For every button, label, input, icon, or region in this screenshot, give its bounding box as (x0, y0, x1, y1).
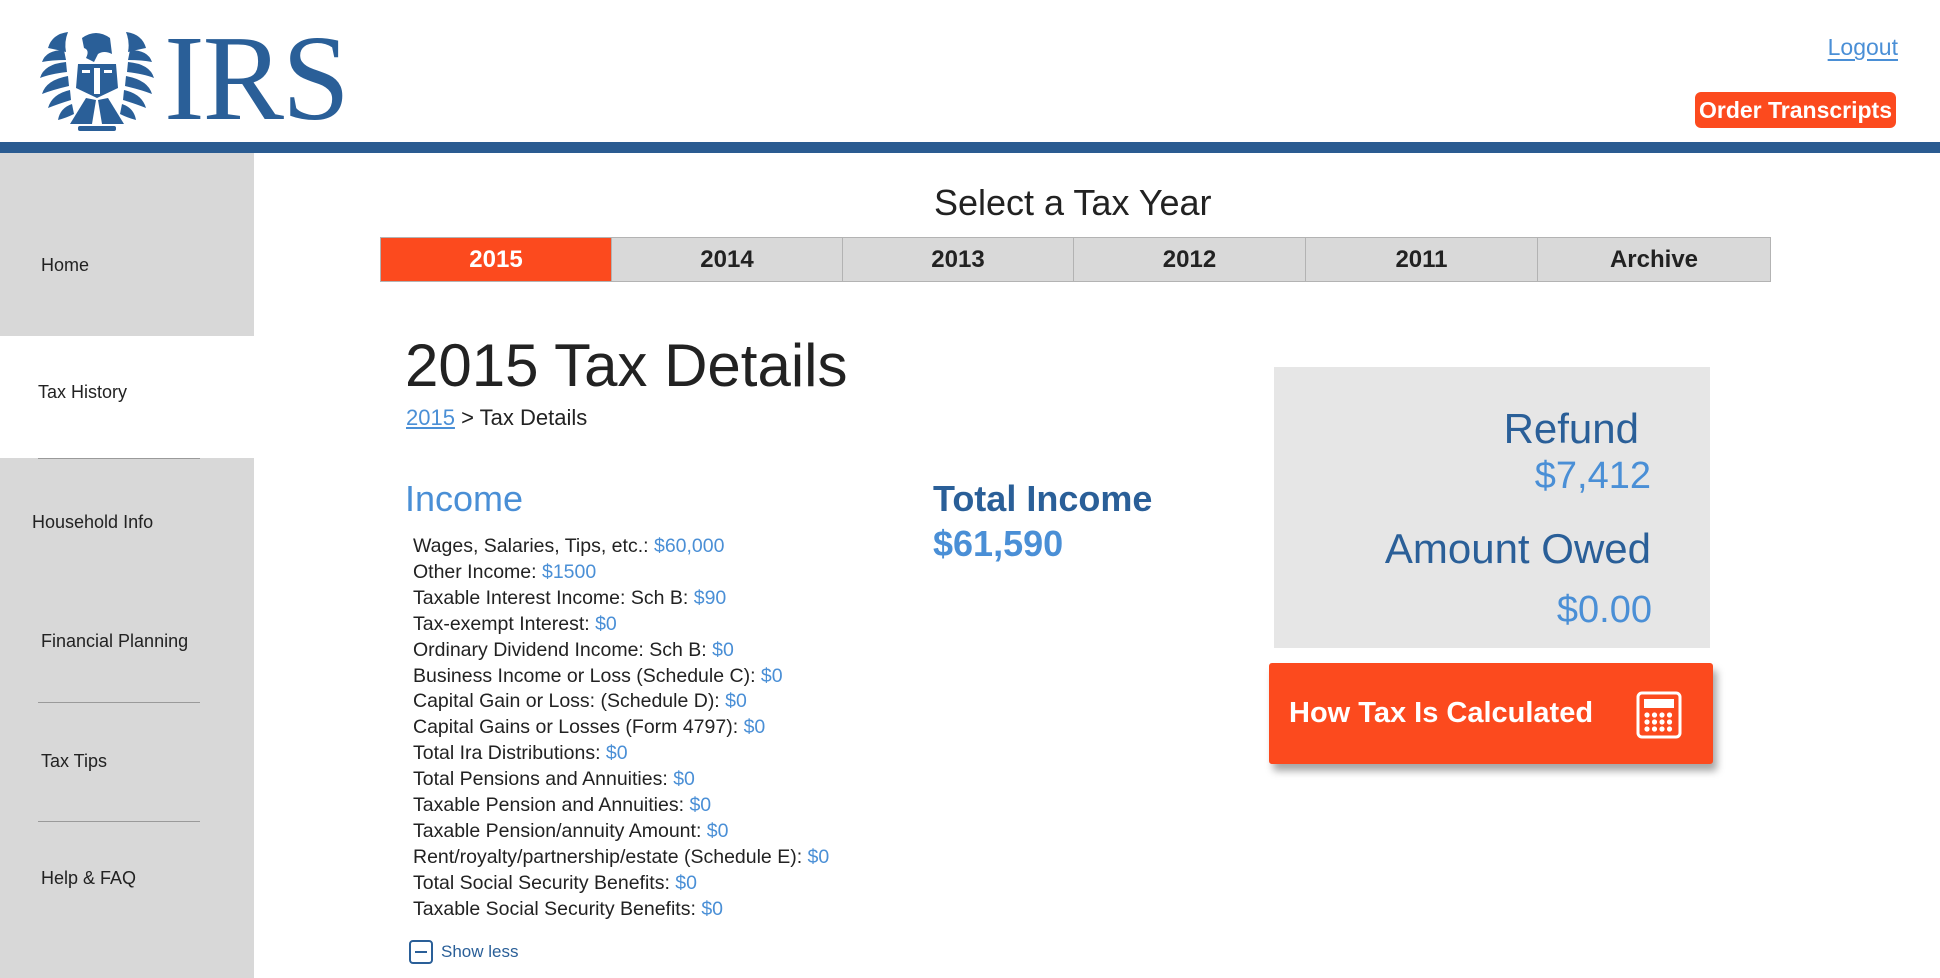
sidebar-item-label: Tax History (38, 382, 128, 402)
income-value: $0 (689, 794, 712, 817)
income-list: Wages, Salaries, Tips, etc.: $60,000 Oth… (413, 534, 829, 923)
how-tax-is-calculated-button[interactable]: How Tax Is Calculated (1269, 663, 1713, 764)
show-less-toggle[interactable]: Show less (409, 940, 518, 964)
sidebar-item-financial-planning[interactable]: Financial Planning (0, 559, 254, 655)
breadcrumb: 2015 > Tax Details (406, 405, 587, 431)
tab-2013[interactable]: 2013 (843, 238, 1074, 281)
income-label: Taxable Interest Income: Sch B: (413, 586, 689, 609)
income-label: Taxable Pension and Annuities: (413, 794, 685, 817)
income-value: $90 (693, 586, 727, 609)
list-item: Total Pensions and Annuities: $0 (413, 767, 829, 793)
income-label: Total Pensions and Annuities: (413, 768, 668, 791)
income-label: Capital Gains or Losses (Form 4797): (413, 716, 739, 739)
list-item: Taxable Social Security Benefits: $0 (413, 897, 829, 923)
income-value: $0 (706, 819, 729, 842)
income-heading: Income (405, 478, 524, 519)
tab-2012[interactable]: 2012 (1074, 238, 1306, 281)
calc-button-label: How Tax Is Calculated (1289, 697, 1594, 729)
income-value: $0 (675, 871, 697, 894)
logout-link[interactable]: Logout (1828, 34, 1898, 61)
collapse-icon (409, 940, 433, 964)
sidebar-item-label: Financial Planning (41, 631, 189, 651)
list-item: Rent/royalty/partnership/estate (Schedul… (413, 845, 829, 871)
tab-2011[interactable]: 2011 (1306, 238, 1538, 281)
income-value: $0 (725, 690, 747, 713)
list-item: Total Ira Distributions: $0 (413, 741, 829, 767)
sidebar-item-help-faq[interactable]: Help & FAQ (0, 822, 254, 978)
income-value: $0 (605, 742, 628, 765)
sidebar-item-tax-history[interactable]: Tax History (0, 336, 254, 458)
income-value: $0 (807, 845, 830, 868)
amount-owed-label: Amount Owed (1384, 525, 1651, 572)
calculator-icon (1636, 691, 1682, 739)
income-value: $0 (743, 716, 766, 739)
income-label: Other Income: (413, 560, 537, 583)
income-value: $0 (712, 638, 734, 661)
list-item: Ordinary Dividend Income: Sch B: $0 (413, 638, 829, 664)
sidebar-item-tax-tips[interactable]: Tax Tips (0, 703, 254, 821)
list-item: Taxable Pension and Annuities: $0 (413, 793, 829, 819)
sidebar-item-label: Household Info (32, 512, 154, 532)
income-value: $0 (673, 768, 695, 791)
income-label: Capital Gain or Loss: (Schedule D): (413, 690, 720, 713)
tab-archive[interactable]: Archive (1538, 238, 1770, 281)
list-item: Capital Gain or Loss: (Schedule D): $0 (413, 689, 829, 715)
list-item: Wages, Salaries, Tips, etc.: $60,000 (413, 534, 829, 560)
irs-logo[interactable]: IRS (38, 11, 350, 146)
breadcrumb-current: Tax Details (479, 405, 588, 430)
list-item: Business Income or Loss (Schedule C): $0 (413, 664, 829, 690)
income-label: Tax-exempt Interest: (413, 612, 590, 635)
eagle-icon (40, 32, 154, 131)
sidebar: Home Tax History Household Info Financia… (0, 153, 254, 978)
sidebar-item-label: Home (41, 255, 90, 275)
refund-value: $7,412 (1534, 455, 1651, 497)
list-item: Taxable Pension/annuity Amount: $0 (413, 819, 829, 845)
header-divider (0, 142, 1940, 153)
income-label: Taxable Social Security Benefits: (413, 897, 696, 920)
order-transcripts-button[interactable]: Order Transcripts (1695, 92, 1896, 128)
list-item: Taxable Interest Income: Sch B: $90 (413, 586, 829, 612)
income-value: $60,000 (653, 535, 725, 557)
year-select-title: Select a Tax Year (934, 182, 1212, 223)
header: IRS Logout Order Transcripts (0, 0, 1940, 143)
breadcrumb-year-link[interactable]: 2015 (406, 405, 455, 430)
sidebar-item-label: Help & FAQ (41, 868, 137, 888)
income-label: Taxable Pension/annuity Amount: (413, 819, 702, 842)
breadcrumb-separator: > (461, 405, 474, 430)
list-item: Tax-exempt Interest: $0 (413, 612, 829, 638)
income-label: Total Ira Distributions: (413, 742, 601, 765)
income-label: Total Social Security Benefits: (413, 871, 670, 894)
list-item: Total Social Security Benefits: $0 (413, 871, 829, 897)
income-label: Wages, Salaries, Tips, etc.: (413, 535, 649, 557)
list-item: Other Income: $1500 (413, 560, 829, 586)
income-label: Ordinary Dividend Income: Sch B: (413, 638, 707, 661)
list-item: Capital Gains or Losses (Form 4797): $0 (413, 715, 829, 741)
income-label: Rent/royalty/partnership/estate (Schedul… (413, 845, 803, 868)
sidebar-item-label: Tax Tips (41, 751, 108, 771)
income-value: $1500 (541, 560, 597, 583)
amount-owed-value: $0.00 (1556, 589, 1652, 631)
logo-wordmark: IRS (164, 11, 350, 146)
income-value: $0 (701, 897, 724, 920)
refund-summary-box: Refund $7,412 Amount Owed $0.00 (1274, 367, 1710, 648)
year-tabs: 2015 2014 2013 2012 2011 Archive (380, 237, 1771, 282)
tab-2015[interactable]: 2015 (381, 238, 612, 281)
sidebar-item-home[interactable]: Home (0, 153, 254, 336)
refund-label: Refund (1503, 405, 1639, 452)
total-income-label: Total Income (933, 478, 1153, 519)
show-less-label: Show less (441, 942, 519, 961)
page-title: 2015 Tax Details (405, 332, 848, 399)
tab-2014[interactable]: 2014 (612, 238, 843, 281)
total-income-value: $61,590 (933, 523, 1064, 564)
sidebar-item-household-info[interactable]: Household Info (0, 459, 254, 559)
income-value: $0 (760, 664, 783, 687)
income-value: $0 (595, 612, 617, 635)
income-label: Business Income or Loss (Schedule C): (413, 664, 756, 687)
